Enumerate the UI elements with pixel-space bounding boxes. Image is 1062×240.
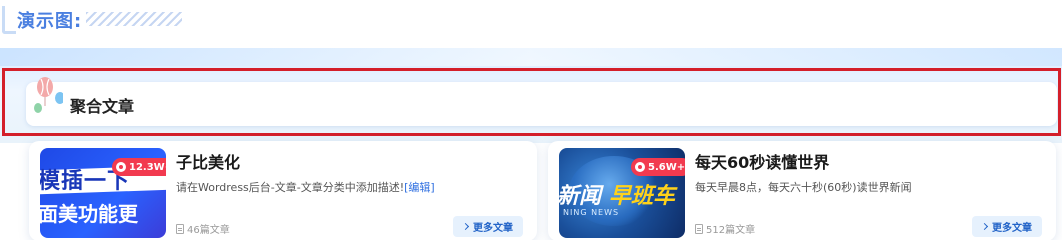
demo-title: 演示图: bbox=[17, 11, 83, 32]
card-description: 请在Wordress后台-文章-文章分类中添加描述![编辑] bbox=[176, 179, 435, 195]
article-count-text: 512篇文章 bbox=[706, 225, 756, 236]
document-icon bbox=[695, 223, 703, 234]
demo-header: 演示图: bbox=[0, 0, 1062, 40]
card-title[interactable]: 子比美化 bbox=[176, 149, 240, 173]
card-title[interactable]: 每天60秒读懂世界 bbox=[695, 149, 829, 173]
document-icon bbox=[176, 223, 184, 234]
article-count: 512篇文章 bbox=[695, 221, 755, 236]
description-text: 请在Wordress后台-文章-文章分类中添加描述! bbox=[176, 181, 405, 194]
article-count: 46篇文章 bbox=[176, 221, 230, 236]
fire-icon bbox=[116, 162, 126, 172]
card-description: 每天早晨8点，每天六十秒(60秒)读世界新闻 bbox=[695, 181, 912, 194]
views-count: 5.6W+ bbox=[648, 161, 685, 173]
edit-link[interactable]: [编辑] bbox=[404, 181, 435, 194]
thumbnail-text: 早班车 bbox=[609, 184, 676, 209]
views-badge: 5.6W+ bbox=[631, 158, 685, 176]
chevron-right-icon bbox=[980, 222, 989, 231]
highlight-frame bbox=[2, 68, 1061, 136]
corner-accent-icon bbox=[2, 6, 16, 34]
card-thumbnail[interactable]: 新闻 早班车 NING NEWS 5.6W+ bbox=[559, 148, 685, 238]
card-thumbnail[interactable]: 模插一下 面美功能更 12.3W+ bbox=[40, 148, 166, 238]
page: 演示图: 聚合文章 模插一下 面美功能更 12.3W+ 子比美化 请在Wordr… bbox=[0, 0, 1062, 240]
article-count-text: 46篇文章 bbox=[187, 225, 230, 236]
thumbnail-text: 面美功能更 bbox=[40, 202, 138, 226]
thumbnail-text: 新闻 bbox=[559, 184, 602, 209]
more-articles-label: 更多文章 bbox=[473, 223, 513, 234]
more-articles-button[interactable]: 更多文章 bbox=[453, 216, 523, 237]
views-badge: 12.3W+ bbox=[112, 158, 166, 176]
more-articles-label: 更多文章 bbox=[992, 223, 1032, 234]
thumbnail-text: NING NEWS bbox=[563, 208, 620, 217]
stripe-decoration bbox=[86, 12, 182, 26]
chevron-right-icon bbox=[461, 222, 470, 231]
views-count: 12.3W+ bbox=[129, 161, 166, 173]
article-card[interactable]: 模插一下 面美功能更 12.3W+ 子比美化 请在Wordress后台-文章-文… bbox=[29, 141, 537, 240]
fire-icon bbox=[635, 162, 645, 172]
more-articles-button[interactable]: 更多文章 bbox=[972, 216, 1042, 237]
article-card[interactable]: 新闻 早班车 NING NEWS 5.6W+ 每天60秒读懂世界 每天早晨8点，… bbox=[548, 141, 1056, 240]
